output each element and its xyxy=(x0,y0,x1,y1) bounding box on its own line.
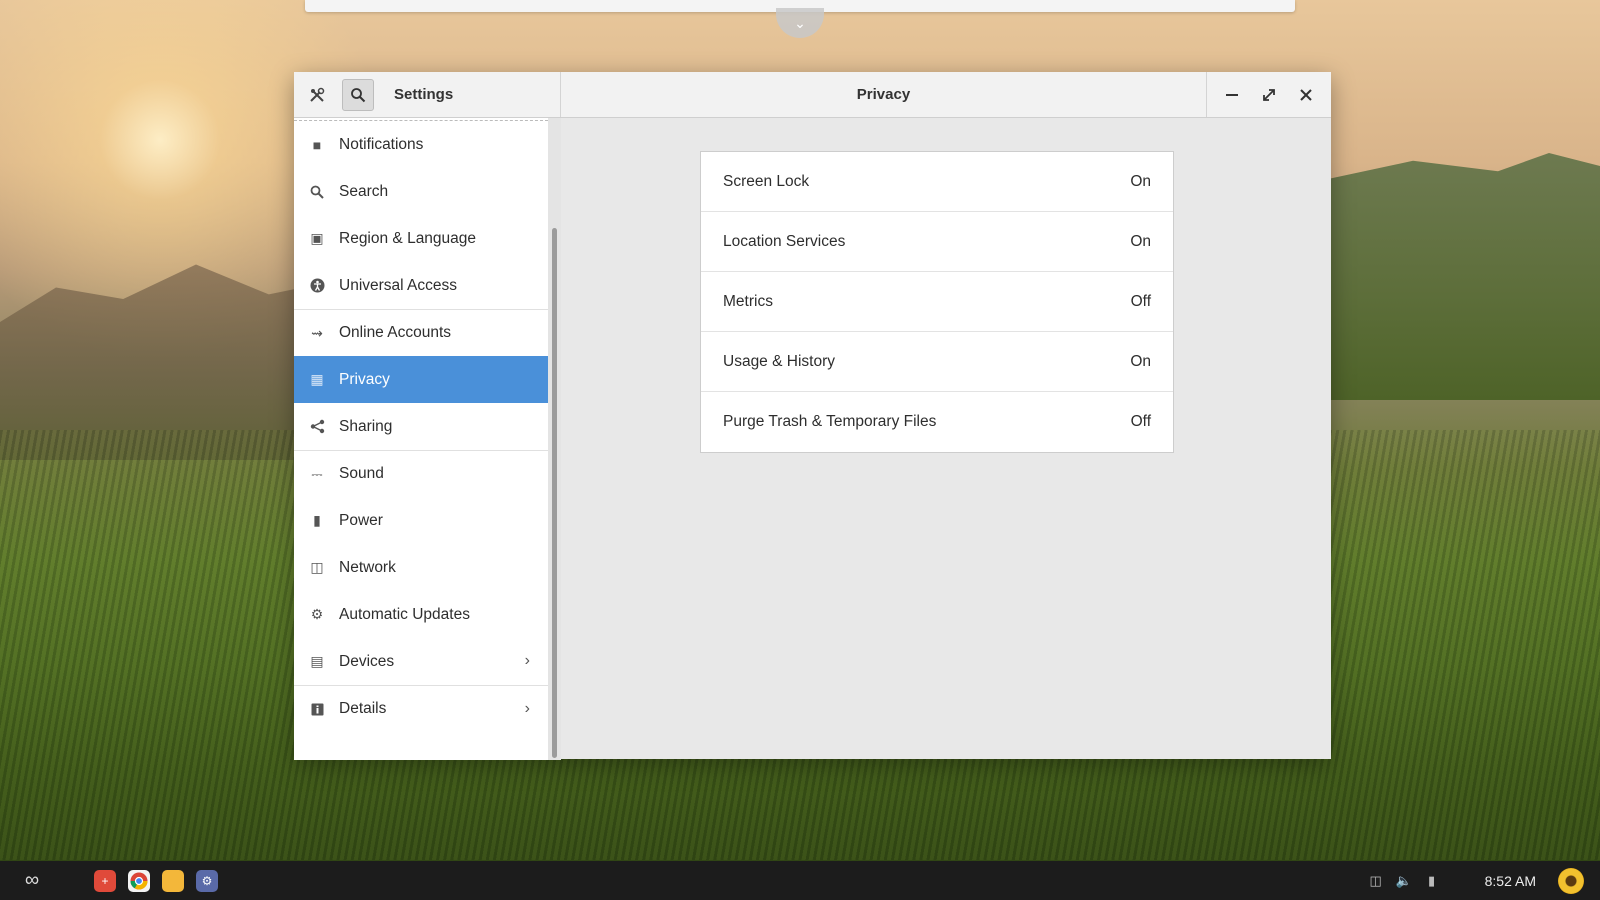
power-icon: ▮ xyxy=(313,512,321,528)
sidebar-item-label: Privacy xyxy=(339,370,390,388)
sidebar-item-network[interactable]: ◫ Network xyxy=(294,544,548,591)
endless-menu-icon[interactable]: ∞ xyxy=(16,869,48,892)
devices-icon: ▤ xyxy=(310,653,324,669)
volume-icon[interactable]: 🔈 xyxy=(1393,873,1415,889)
region-icon: ▣ xyxy=(310,230,324,246)
network-icon[interactable]: ◫ xyxy=(1365,873,1387,889)
row-value: On xyxy=(1130,232,1151,250)
minimize-icon xyxy=(1225,93,1238,96)
sidebar-item-label: Online Accounts xyxy=(339,324,452,341)
chevron-right-icon: › xyxy=(524,700,530,717)
page-title: Privacy xyxy=(561,72,1207,117)
gear-icon: ⚙ xyxy=(310,606,324,622)
sidebar: ■ Notifications Search ▣ Region & Langua… xyxy=(294,118,561,760)
sound-icon: ⎓ xyxy=(311,465,323,482)
battery-icon[interactable]: ▮ xyxy=(1421,873,1443,889)
sidebar-item-label: Details xyxy=(339,700,387,717)
accessibility-icon xyxy=(308,277,326,295)
search-icon xyxy=(351,87,366,102)
sidebar-item-details[interactable]: Details › xyxy=(294,685,548,732)
settings-window: Settings Privacy ■ Notifications Search … xyxy=(294,72,1331,760)
row-value: Off xyxy=(1130,292,1151,310)
info-icon xyxy=(308,700,326,718)
privacy-row-purge-trash[interactable]: Purge Trash & Temporary Files Off xyxy=(701,392,1173,452)
app-store-icon[interactable]: + xyxy=(94,869,116,892)
sidebar-item-online-accounts[interactable]: ⇝ Online Accounts xyxy=(294,309,548,356)
privacy-row-location-services[interactable]: Location Services On xyxy=(701,212,1173,272)
minimize-button[interactable] xyxy=(1217,80,1247,110)
row-label: Usage & History xyxy=(723,352,835,370)
sidebar-item-automatic-updates[interactable]: ⚙ Automatic Updates xyxy=(294,591,548,638)
titlebar: Settings Privacy xyxy=(294,72,1331,118)
maximize-button[interactable] xyxy=(1254,80,1284,110)
sidebar-item-search[interactable]: Search xyxy=(294,168,548,215)
sidebar-item-sharing[interactable]: Sharing xyxy=(294,403,548,450)
close-icon xyxy=(1300,88,1313,101)
privacy-icon: ▦ xyxy=(310,371,324,387)
row-value: On xyxy=(1130,172,1151,190)
sidebar-item-label: Search xyxy=(339,182,389,200)
clock[interactable]: 8:52 AM xyxy=(1485,873,1536,889)
files-icon[interactable] xyxy=(162,869,184,892)
taskbar: ∞ + ⚙ ◫ 🔈 ▮ 8:52 AM xyxy=(0,861,1600,900)
privacy-content: Screen Lock On Location Services On Metr… xyxy=(549,118,1331,760)
sidebar-item-label: Power xyxy=(339,511,383,529)
sidebar-item-devices[interactable]: ▤ Devices › xyxy=(294,638,548,685)
row-value: On xyxy=(1130,352,1151,370)
window-controls xyxy=(1207,72,1331,117)
share-icon xyxy=(308,418,326,436)
sidebar-item-label: Sound xyxy=(339,465,384,482)
search-icon xyxy=(308,183,326,201)
chevron-down-icon[interactable]: ⌄ xyxy=(776,8,824,38)
sidebar-item-power[interactable]: ▮ Power xyxy=(294,497,548,544)
privacy-row-usage-history[interactable]: Usage & History On xyxy=(701,332,1173,392)
search-button[interactable] xyxy=(342,78,374,111)
sidebar-item-label: Automatic Updates xyxy=(339,605,470,623)
app-title: Settings xyxy=(394,86,454,103)
sidebar-item-universal-access[interactable]: Universal Access xyxy=(294,262,548,309)
user-menu-icon[interactable] xyxy=(1558,867,1584,894)
sidebar-item-region-language[interactable]: ▣ Region & Language xyxy=(294,215,548,262)
close-button[interactable] xyxy=(1291,80,1321,110)
row-value: Off xyxy=(1130,413,1151,430)
online-accounts-icon: ⇝ xyxy=(311,324,323,341)
row-label: Location Services xyxy=(723,232,846,250)
notifications-icon: ■ xyxy=(312,136,322,153)
chevron-right-icon: › xyxy=(524,652,530,669)
sidebar-item-notifications[interactable]: ■ Notifications xyxy=(294,121,548,168)
sidebar-item-label: Sharing xyxy=(339,417,393,435)
system-tray: ◫ 🔈 ▮ 8:52 AM xyxy=(1365,861,1600,900)
sidebar-item-label: Region & Language xyxy=(339,229,477,247)
settings-app-icon[interactable]: ⚙ xyxy=(196,869,218,892)
privacy-row-metrics[interactable]: Metrics Off xyxy=(701,272,1173,332)
sidebar-item-privacy[interactable]: ▦ Privacy xyxy=(294,356,548,403)
sidebar-item-label: Devices xyxy=(339,652,395,670)
sidebar-item-label: Universal Access xyxy=(339,276,458,294)
sidebar-item-sound[interactable]: ⎓ Sound xyxy=(294,450,548,497)
sidebar-item-label: Network xyxy=(339,558,396,576)
network-icon: ◫ xyxy=(310,559,324,575)
row-label: Purge Trash & Temporary Files xyxy=(723,413,937,430)
settings-tools-icon xyxy=(302,80,332,110)
privacy-settings-list: Screen Lock On Location Services On Metr… xyxy=(700,151,1174,453)
maximize-icon xyxy=(1263,88,1275,101)
privacy-row-screen-lock[interactable]: Screen Lock On xyxy=(701,152,1173,212)
titlebar-left: Settings xyxy=(294,72,561,117)
row-label: Screen Lock xyxy=(723,172,810,190)
chrome-icon[interactable] xyxy=(128,869,150,892)
sidebar-item-label: Notifications xyxy=(339,135,424,153)
row-label: Metrics xyxy=(723,292,773,310)
window-body: ■ Notifications Search ▣ Region & Langua… xyxy=(294,118,1331,760)
